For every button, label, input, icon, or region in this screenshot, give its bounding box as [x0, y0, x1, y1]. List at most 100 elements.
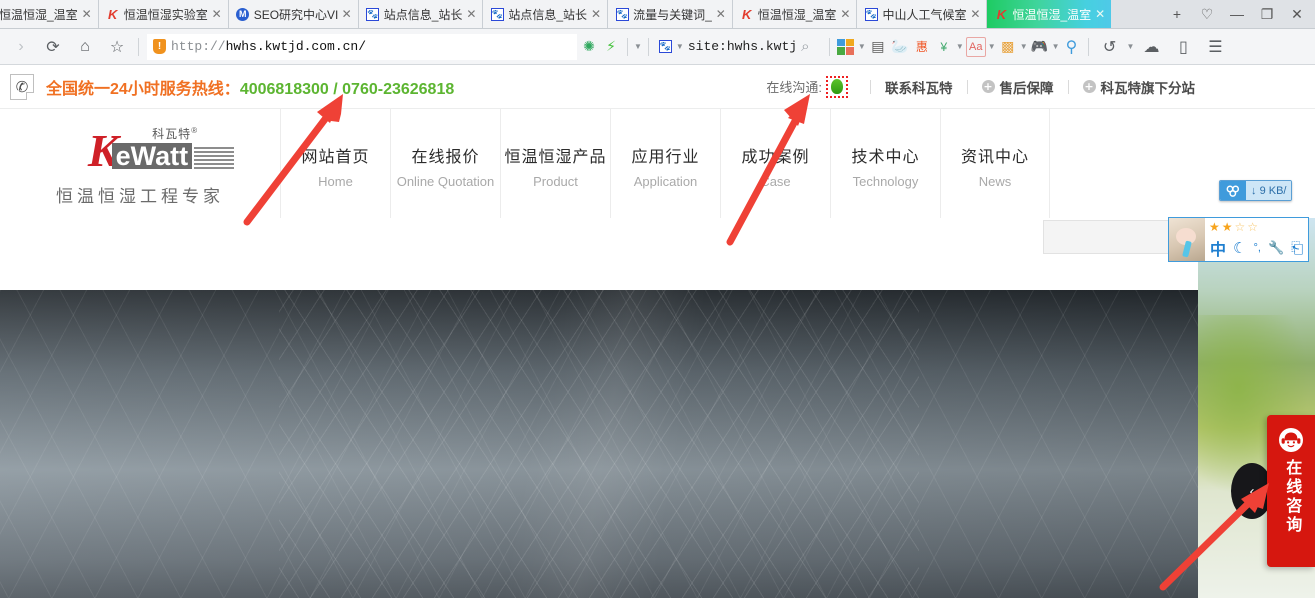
ime-moon-icon[interactable]: ☾: [1233, 239, 1246, 257]
ime-mode-chinese[interactable]: 中: [1210, 236, 1226, 260]
browser-tab[interactable]: 🐾 站点信息_站长 ✕: [483, 0, 609, 28]
search-box[interactable]: 🐾 ▼ site:hwhs.kwtj ⌕: [655, 34, 823, 60]
nav-item-news[interactable]: 资讯中心 News: [940, 109, 1050, 218]
netdisk-speed: ↓ 9 KB/: [1246, 181, 1292, 200]
money-chevron-icon[interactable]: ▼: [956, 42, 964, 51]
close-tab-icon[interactable]: ✕: [715, 8, 727, 20]
undo-icon[interactable]: ↺: [1095, 33, 1125, 61]
translate-icon[interactable]: Aa: [965, 36, 986, 57]
apps-grid-icon[interactable]: [836, 37, 856, 57]
screenshot-icon[interactable]: ✺: [579, 37, 599, 57]
toolbar-divider: [138, 37, 139, 56]
qq-penguin-icon[interactable]: [826, 75, 848, 98]
online-consult-panel[interactable]: 在线咨询: [1267, 415, 1315, 567]
browser-tab[interactable]: K恒温恒湿_温室✕: [0, 0, 99, 28]
browser-tab[interactable]: K恒温恒湿_温室✕: [987, 0, 1112, 28]
reload-button[interactable]: ⟳: [38, 33, 68, 61]
kewatt-icon: K: [742, 6, 752, 22]
goose-icon[interactable]: 🦢: [890, 37, 910, 57]
baidu-paw-icon: 🐾: [366, 7, 380, 21]
speedup-icon[interactable]: ⚡: [601, 37, 621, 57]
close-tab-icon[interactable]: ✕: [465, 8, 477, 20]
money-shield-icon[interactable]: ¥: [934, 37, 954, 57]
browser-tab[interactable]: 🐾 站点信息_站长 ✕: [358, 0, 484, 28]
nav-item-label-cn: 技术中心: [851, 148, 920, 166]
online-chat-label: 在线沟通:: [766, 80, 822, 95]
apps-chevron-icon[interactable]: ▼: [858, 42, 866, 51]
coupon-icon[interactable]: 惠: [912, 37, 932, 57]
baidu-paw-icon[interactable]: 🐾: [658, 40, 672, 53]
baidu-paw-icon: 🐾: [490, 7, 504, 21]
site-logo[interactable]: K eWatt 科瓦特® 恒温恒湿工程专家: [0, 109, 280, 218]
notes-chevron-icon[interactable]: ▼: [1020, 42, 1028, 51]
nav-item-product[interactable]: 恒温恒湿产品 Product: [500, 109, 610, 218]
close-tab-icon[interactable]: ✕: [590, 8, 602, 20]
forward-button[interactable]: ›: [6, 33, 36, 61]
nav-item-technology[interactable]: 技术中心 Technology: [830, 109, 940, 218]
close-tab-icon[interactable]: ✕: [839, 8, 851, 20]
baby-avatar[interactable]: [1169, 218, 1205, 261]
search-icon[interactable]: ⌕: [801, 38, 809, 55]
nav-item-online-quotation[interactable]: 在线报价 Online Quotation: [390, 109, 500, 218]
star-icon-2: ★: [1221, 220, 1233, 235]
new-tab-button[interactable]: +: [1163, 1, 1191, 27]
netdisk-download-chip[interactable]: ↓ 9 KB/: [1219, 180, 1293, 201]
nav-item-case[interactable]: 成功案例 Case: [720, 109, 830, 218]
search-input[interactable]: site:hwhs.kwtj: [688, 39, 797, 54]
close-tab-icon[interactable]: ✕: [341, 8, 353, 20]
notes-icon[interactable]: ▩: [998, 37, 1018, 57]
undo-chevron-icon[interactable]: ▼: [1127, 42, 1135, 51]
nav-item-home[interactable]: 网站首页 Home: [280, 109, 390, 218]
close-tab-icon[interactable]: ✕: [211, 8, 223, 20]
ime-wrench-icon[interactable]: 🔧: [1268, 240, 1284, 256]
hero-banner: 您的满意是我们永远的追求! YOUR SATISFACTION IS OUR P…: [0, 290, 1198, 598]
ime-toolbar[interactable]: ★ ★ ☆ ☆ 中 ☾ °, 🔧 ⎗: [1168, 217, 1310, 262]
toolbar-divider-4: [828, 37, 830, 56]
minimize-button[interactable]: —: [1223, 1, 1251, 27]
close-tab-icon[interactable]: ✕: [81, 8, 93, 20]
address-bar[interactable]: ! http://hwhs.kwtjd.com.cn/: [147, 33, 577, 60]
topbar-link-aftersales[interactable]: + 售后保障: [981, 77, 1054, 97]
search-engine-chevron-icon[interactable]: ▼: [676, 42, 684, 51]
logo-tagline: 恒温恒湿工程专家: [56, 186, 224, 206]
nav-item-label-en: Product: [533, 173, 578, 189]
browser-tab[interactable]: K 恒温恒湿实验室 ✕: [98, 0, 229, 28]
game-icon[interactable]: 🎮: [1030, 37, 1050, 57]
nav-item-label-cn: 网站首页: [301, 148, 370, 166]
topbar-link-contact[interactable]: 联系科瓦特: [885, 77, 953, 97]
topbar-divider-2: [966, 79, 968, 94]
phone-icon: ✆: [10, 73, 34, 100]
url-text: http://hwhs.kwtjd.com.cn/: [171, 39, 366, 54]
menu-icon[interactable]: ☰: [1200, 33, 1230, 61]
chevron-down-icon[interactable]: ▼: [634, 42, 642, 51]
browser-tab[interactable]: 🐾 中山人工气候室 ✕: [857, 0, 988, 28]
browser-tab[interactable]: K恒温恒湿_温室✕: [732, 0, 858, 28]
security-badge-icon[interactable]: !: [153, 39, 166, 54]
nav-item-label-cn: 资讯中心: [960, 148, 1029, 166]
close-tab-icon[interactable]: ✕: [1094, 8, 1106, 20]
nav-item-application[interactable]: 应用行业 Application: [610, 109, 720, 218]
topbar-link-contact-label: 联系科瓦特: [885, 80, 953, 96]
close-tab-icon[interactable]: ✕: [969, 8, 981, 20]
home-button[interactable]: ⌂: [70, 33, 100, 61]
cloud-icon[interactable]: ☁: [1136, 33, 1166, 61]
ime-punctuation-icon[interactable]: °,: [1253, 242, 1260, 254]
ime-clipboard-icon[interactable]: ⎗: [1291, 240, 1303, 257]
topbar-link-branches[interactable]: + 科瓦特旗下分站: [1082, 77, 1195, 97]
restore-session-button[interactable]: ♡: [1193, 1, 1221, 27]
mobile-icon[interactable]: ▯: [1168, 33, 1198, 61]
browser-tab[interactable]: M SEO研究中心VIP ✕: [228, 0, 359, 28]
toolbar-divider-2: [627, 37, 628, 56]
close-window-button[interactable]: ✕: [1283, 1, 1311, 27]
browser-tab-title: 流量与关键词_: [633, 7, 712, 22]
plus-circle-icon-2: +: [1082, 80, 1096, 93]
nav-item-label-en: Case: [760, 173, 791, 189]
registered-mark: ®: [191, 125, 199, 135]
translate-chevron-icon[interactable]: ▼: [988, 42, 996, 51]
video-icon[interactable]: ▤: [868, 37, 888, 57]
browser-tab[interactable]: 🐾 流量与关键词_ ✕: [608, 0, 733, 28]
game-chevron-icon[interactable]: ▼: [1052, 42, 1060, 51]
bookmark-button[interactable]: ☆: [102, 33, 132, 61]
maximize-button[interactable]: ❐: [1253, 1, 1281, 27]
magnifier-icon[interactable]: ⚲: [1062, 37, 1082, 57]
